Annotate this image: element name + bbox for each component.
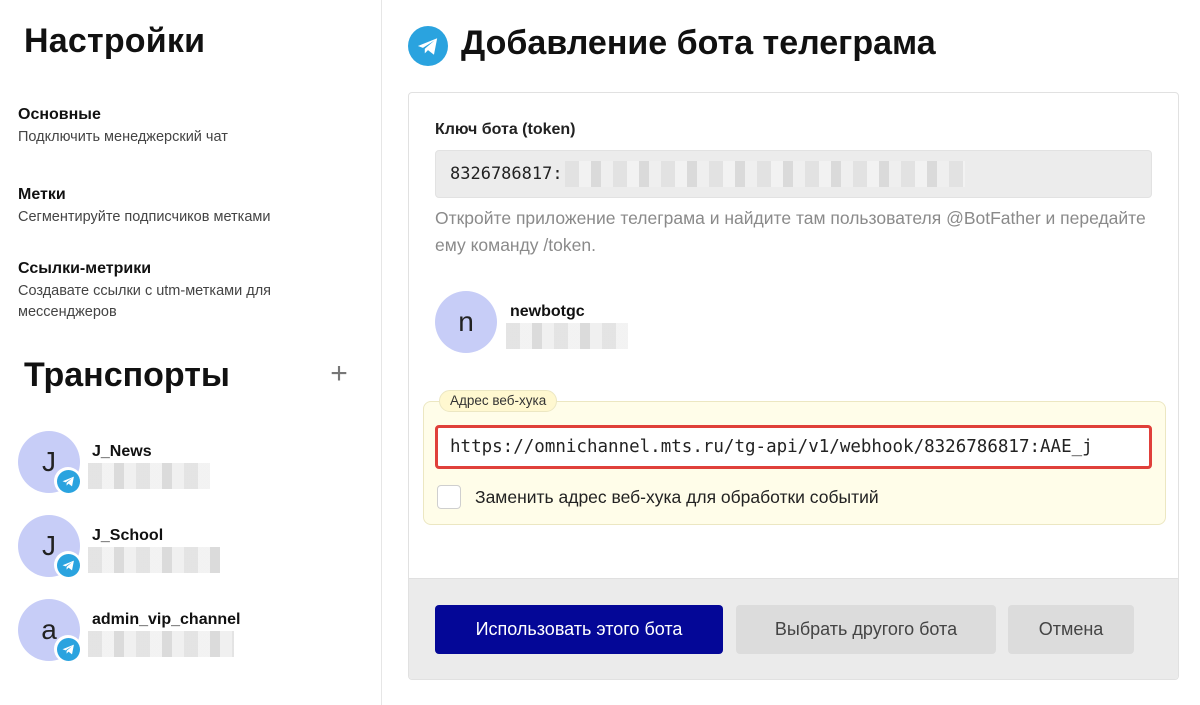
settings-sidebar: Настройки Основные Подключить менеджерск… bbox=[0, 0, 382, 705]
transport-item[interactable]: a admin_vip_channel bbox=[18, 599, 358, 663]
bot-name: newbotgc bbox=[510, 303, 585, 320]
add-bot-card: Ключ бота (token) 8326786817: Откройте п… bbox=[408, 92, 1179, 680]
redacted-text bbox=[88, 463, 210, 489]
sidebar-item-title: Метки bbox=[18, 186, 66, 203]
redacted-text bbox=[506, 323, 628, 349]
telegram-icon bbox=[54, 551, 82, 579]
sidebar-item-subtitle: Подключить менеджерский чат bbox=[18, 129, 228, 145]
replace-webhook-label[interactable]: Заменить адрес веб-хука для обработки со… bbox=[475, 487, 879, 508]
webhook-label: Адрес веб-хука bbox=[439, 390, 558, 412]
token-label: Ключ бота (token) bbox=[435, 121, 576, 138]
sidebar-item-main[interactable]: Основные Подключить менеджерский чат bbox=[18, 105, 358, 148]
redacted-text bbox=[88, 547, 220, 573]
redacted-text bbox=[88, 631, 234, 657]
redacted-text bbox=[564, 161, 965, 187]
use-bot-button[interactable]: Использовать этого бота bbox=[435, 605, 723, 654]
sidebar-item-title: Ссылки-метрики bbox=[18, 260, 152, 277]
transport-item[interactable]: J J_News bbox=[18, 431, 358, 495]
token-input[interactable]: 8326786817: bbox=[435, 150, 1152, 198]
webhook-value: https://omnichannel.mts.ru/tg-api/v1/web… bbox=[450, 437, 1093, 457]
card-footer: Использовать этого бота Выбрать другого … bbox=[409, 578, 1178, 679]
sidebar-item-tags[interactable]: Метки Сегментируйте подписчиков метками bbox=[18, 185, 358, 228]
sidebar-item-subtitle: Сегментируйте подписчиков метками bbox=[18, 209, 271, 225]
choose-other-bot-button[interactable]: Выбрать другого бота bbox=[736, 605, 996, 654]
telegram-icon bbox=[54, 635, 82, 663]
add-transport-button[interactable]: + bbox=[326, 359, 352, 390]
telegram-icon bbox=[54, 467, 82, 495]
sidebar-item-metric-links[interactable]: Ссылки-метрики Создавате ссылки с utm-ме… bbox=[18, 259, 358, 323]
telegram-icon bbox=[408, 26, 448, 66]
transport-item[interactable]: J J_School bbox=[18, 515, 358, 579]
avatar: n bbox=[435, 291, 497, 353]
transports-title: Транспорты bbox=[24, 356, 230, 394]
token-value: 8326786817: bbox=[450, 164, 563, 184]
cancel-button[interactable]: Отмена bbox=[1008, 605, 1134, 654]
sidebar-item-title: Основные bbox=[18, 106, 101, 123]
webhook-input[interactable]: https://omnichannel.mts.ru/tg-api/v1/web… bbox=[435, 425, 1152, 469]
transport-name: J_News bbox=[92, 443, 152, 460]
transport-name: J_School bbox=[92, 527, 164, 544]
token-hint: Откройте приложение телеграма и найдите … bbox=[435, 208, 1146, 255]
transport-name: admin_vip_channel bbox=[92, 611, 241, 628]
sidebar-title: Настройки bbox=[24, 22, 206, 60]
page-title: Добавление бота телеграма bbox=[461, 24, 936, 62]
sidebar-item-subtitle: Создавате ссылки с utm-метками для мессе… bbox=[18, 283, 272, 320]
replace-webhook-checkbox[interactable] bbox=[437, 485, 461, 509]
